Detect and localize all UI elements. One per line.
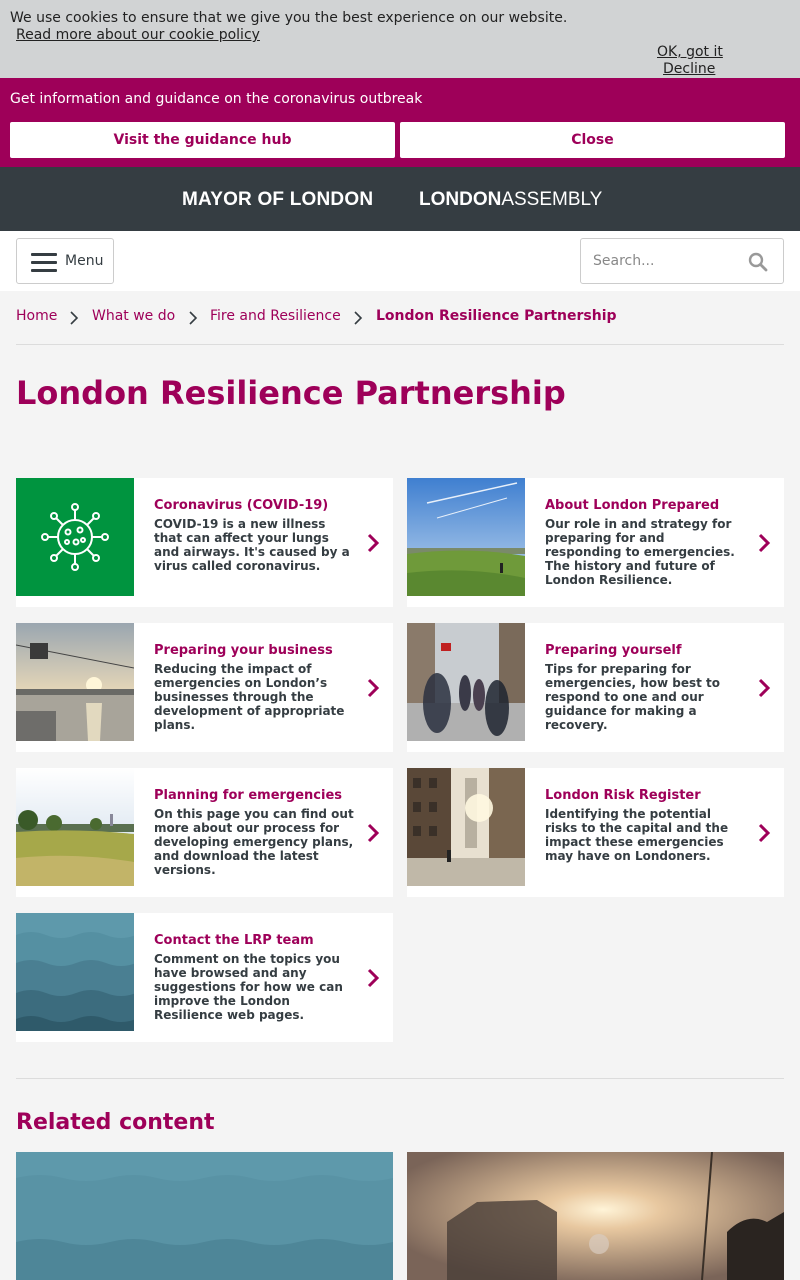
chevron-right-icon — [367, 823, 380, 843]
guidance-hub-button[interactable]: Visit the guidance hub — [10, 122, 395, 158]
card-title: Preparing your business — [154, 643, 333, 658]
london-assembly-logo[interactable]: LONDONASSEMBLY — [419, 189, 602, 211]
divider — [16, 344, 784, 345]
card-description: Tips for preparing for emergencies, how … — [545, 662, 721, 732]
assembly-logo-light: ASSEMBLY — [501, 189, 603, 210]
close-banner-button[interactable]: Close — [400, 122, 785, 158]
page-title: London Resilience Partnership — [16, 374, 566, 412]
chevron-right-icon — [758, 678, 771, 698]
cookie-policy-link[interactable]: Read more about our cookie policy — [16, 27, 260, 43]
breadcrumb-what-we-do[interactable]: What we do — [92, 308, 175, 324]
cable-car-river-photo — [16, 623, 134, 741]
card-preparing-business[interactable]: Preparing your business Reducing the imp… — [16, 623, 393, 752]
card-description: On this page you can find out more about… — [154, 807, 354, 877]
card-description: Reducing the impact of emergencies on Lo… — [154, 662, 345, 732]
card-title: About London Prepared — [545, 498, 720, 513]
card-london-risk-register[interactable]: London Risk Register Identifying the pot… — [407, 768, 784, 897]
city-street-sun-photo — [407, 768, 525, 886]
cookie-message: We use cookies to ensure that we give yo… — [10, 10, 568, 26]
mayor-of-london-logo[interactable]: MAYOR OF LONDON — [182, 189, 373, 211]
related-card-stadium[interactable] — [407, 1152, 784, 1280]
card-title: Contact the LRP team — [154, 933, 314, 948]
cookie-decline-button[interactable]: Decline — [663, 61, 715, 77]
divider — [16, 1078, 784, 1079]
breadcrumb-fire-resilience[interactable]: Fire and Resilience — [210, 308, 341, 324]
menu-label: Menu — [65, 253, 104, 269]
covid-message: Get information and guidance on the coro… — [10, 91, 423, 107]
search-box — [580, 238, 784, 284]
cookie-banner: We use cookies to ensure that we give yo… — [0, 0, 800, 78]
related-card-waves[interactable] — [16, 1152, 393, 1280]
chevron-right-icon — [367, 533, 380, 553]
chevron-right-icon — [758, 533, 771, 553]
search-icon[interactable] — [747, 251, 769, 273]
waves-pattern — [16, 1152, 393, 1280]
card-description: Our role in and strategy for preparing f… — [545, 517, 735, 587]
card-planning-emergencies[interactable]: Planning for emergencies On this page yo… — [16, 768, 393, 897]
breadcrumb-home[interactable]: Home — [16, 308, 57, 324]
hill-park-photo — [16, 768, 134, 886]
card-title: London Risk Register — [545, 788, 701, 803]
park-skyline-photo — [407, 478, 525, 596]
chevron-right-icon — [367, 678, 380, 698]
card-title: Coronavirus (COVID-19) — [154, 498, 329, 513]
search-input[interactable] — [582, 240, 740, 282]
virus-icon — [16, 478, 134, 596]
waves-pattern — [16, 913, 134, 1031]
card-title: Preparing yourself — [545, 643, 682, 658]
cookie-accept-button[interactable]: OK, got it — [657, 44, 723, 60]
card-preparing-yourself[interactable]: Preparing yourself Tips for preparing fo… — [407, 623, 784, 752]
hamburger-icon — [31, 253, 57, 272]
covid-banner: Get information and guidance on the coro… — [0, 78, 800, 167]
assembly-logo-bold: LONDON — [419, 189, 502, 210]
menu-button[interactable]: Menu — [16, 238, 114, 284]
breadcrumb: Home What we do Fire and Resilience Lond… — [16, 308, 784, 328]
card-description: Identifying the potential risks to the c… — [545, 807, 729, 863]
breadcrumb-current: London Resilience Partnership — [376, 308, 617, 324]
card-title: Planning for emergencies — [154, 788, 343, 803]
nav-bar: Menu — [0, 231, 800, 291]
card-coronavirus[interactable]: Coronavirus (COVID-19) COVID-19 is a new… — [16, 478, 393, 607]
chevron-right-icon — [189, 311, 198, 325]
chevron-right-icon — [354, 311, 363, 325]
busy-street-photo — [407, 623, 525, 741]
card-contact-lrp[interactable]: Contact the LRP team Comment on the topi… — [16, 913, 393, 1042]
chevron-right-icon — [367, 968, 380, 988]
card-about-london-prepared[interactable]: About London Prepared Our role in and st… — [407, 478, 784, 607]
chevron-right-icon — [758, 823, 771, 843]
stadium-sunset-photo — [407, 1152, 784, 1280]
card-description: COVID-19 is a new illness that can affec… — [154, 517, 350, 573]
logo-bar: MAYOR OF LONDON LONDONASSEMBLY — [0, 167, 800, 231]
card-description: Comment on the topics you have browsed a… — [154, 952, 343, 1022]
related-content-heading: Related content — [16, 1110, 215, 1135]
chevron-right-icon — [70, 311, 79, 325]
